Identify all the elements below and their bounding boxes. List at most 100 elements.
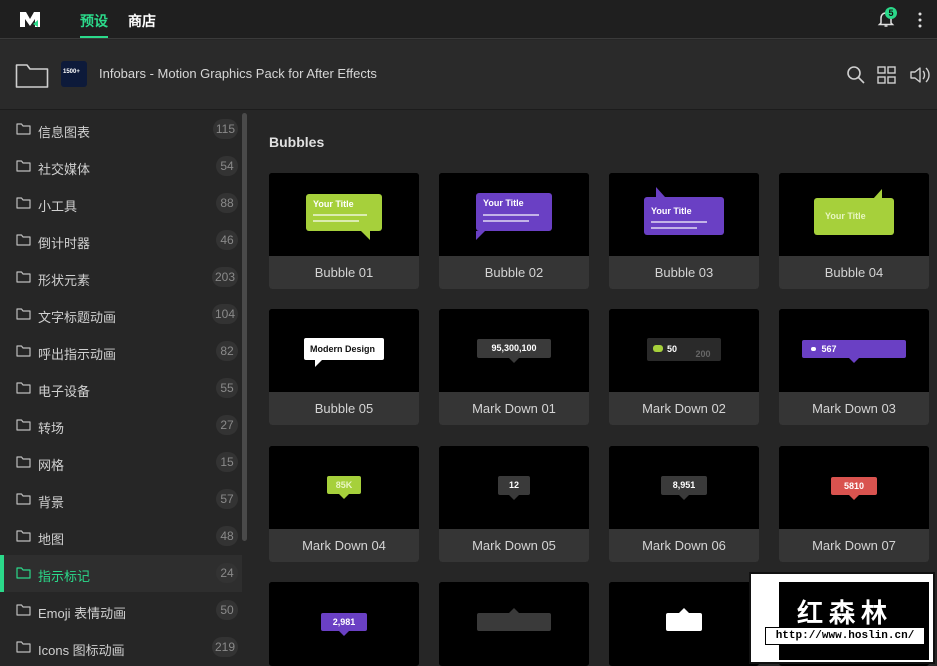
preset-preview[interactable]: 567: [779, 309, 929, 392]
preset-card[interactable]: Your Title Bubble 01: [269, 173, 419, 289]
preview-title: Your Title: [825, 211, 866, 221]
watermark: 红森林 http://www.hoslin.cn/: [749, 572, 935, 664]
sidebar-scrollbar[interactable]: [242, 113, 247, 541]
preset-card[interactable]: 567 Mark Down 03: [779, 309, 929, 425]
sidebar-item[interactable]: 信息图表 115: [0, 111, 242, 148]
sidebar-item[interactable]: Icons 图标动画 219: [0, 629, 242, 666]
sidebar-item[interactable]: Emoji 表情动画 50: [0, 592, 242, 629]
category-sidebar: 信息图表 115 社交媒体 54 小工具 88 倒计时器 46 形状元素 203 文字标题动画 104…: [0, 111, 248, 666]
preset-card[interactable]: 50 200 Mark Down 02: [609, 309, 759, 425]
sidebar-item-label: 信息图表: [38, 125, 91, 140]
sidebar-item-count: 50: [216, 600, 238, 620]
preset-preview[interactable]: 95,300,100: [439, 309, 589, 392]
folder-icon: [16, 456, 31, 468]
preset-preview[interactable]: [439, 582, 589, 665]
top-bar: 预设 商店 5: [0, 0, 937, 39]
preset-card[interactable]: 85K Mark Down 04: [269, 446, 419, 562]
preset-preview[interactable]: Your Title: [269, 173, 419, 256]
preset-preview[interactable]: Your Title: [779, 173, 929, 256]
preset-name: Bubble 04: [779, 256, 929, 289]
preset-card[interactable]: 95,300,100 Mark Down 01: [439, 309, 589, 425]
app-logo-icon[interactable]: [18, 9, 42, 29]
preview-value: 12: [498, 476, 530, 495]
folder-icon: [16, 382, 31, 394]
sidebar-item[interactable]: 倒计时器 46: [0, 222, 242, 259]
preset-preview[interactable]: 85K: [269, 446, 419, 529]
sidebar-item[interactable]: 文字标题动画 104: [0, 296, 242, 333]
sidebar-item[interactable]: 形状元素 203: [0, 259, 242, 296]
preview-title: Your Title: [651, 206, 692, 216]
preset-card[interactable]: 12 Mark Down 05: [439, 446, 589, 562]
sidebar-item-label: 倒计时器: [38, 236, 91, 251]
active-item-indicator: [0, 555, 4, 592]
sidebar-item[interactable]: 网格 15: [0, 444, 242, 481]
sidebar-item[interactable]: 社交媒体 54: [0, 148, 242, 185]
sidebar-item-label: 指示标记: [38, 569, 91, 584]
more-menu-icon[interactable]: [912, 10, 928, 30]
preview-title: Your Title: [313, 199, 354, 209]
folder-icon: [16, 604, 31, 616]
sidebar-item-count: 219: [211, 637, 238, 657]
folder-icon: [16, 419, 31, 431]
folder-icon: [16, 345, 31, 357]
sidebar-item-count: 82: [216, 341, 238, 361]
preset-card[interactable]: [439, 582, 589, 666]
preview-title: Modern Design: [310, 344, 376, 354]
preset-preview[interactable]: Modern Design: [269, 309, 419, 392]
preset-preview[interactable]: 12: [439, 446, 589, 529]
preset-card[interactable]: Modern Design Bubble 05: [269, 309, 419, 425]
sidebar-item-label: 网格: [38, 458, 65, 473]
sidebar-item-count: 55: [216, 378, 238, 398]
sidebar-item[interactable]: 呼出指示动画 82: [0, 333, 242, 370]
sidebar-item-label: 呼出指示动画: [38, 347, 117, 362]
folder-icon: [16, 530, 31, 542]
section-title: Bubbles: [269, 134, 325, 150]
preset-card[interactable]: [609, 582, 759, 666]
tab-store[interactable]: 商店: [128, 11, 156, 31]
preview-value: 95,300,100: [477, 339, 551, 358]
preset-preview[interactable]: [609, 582, 759, 665]
sidebar-item[interactable]: 电子设备 55: [0, 370, 242, 407]
preset-name: Mark Down 02: [609, 392, 759, 425]
preset-name: Mark Down 05: [439, 529, 589, 562]
sidebar-item-count: 57: [216, 489, 238, 509]
volume-icon[interactable]: [909, 64, 931, 86]
folder-icon: [16, 160, 31, 172]
preset-name: Mark Down 03: [779, 392, 929, 425]
sidebar-item-count: 48: [216, 526, 238, 546]
preset-card[interactable]: 5810 Mark Down 07: [779, 446, 929, 562]
sidebar-item[interactable]: 小工具 88: [0, 185, 242, 222]
folder-icon: [16, 567, 31, 579]
folder-icon[interactable]: [15, 61, 49, 89]
preset-card[interactable]: 2,981: [269, 582, 419, 666]
sidebar-item[interactable]: 指示标记 24: [0, 555, 242, 592]
sidebar-item[interactable]: 背景 57: [0, 481, 242, 518]
pack-thumbnail-text: 1500+: [63, 69, 80, 75]
preset-preview[interactable]: 5810: [779, 446, 929, 529]
folder-icon: [16, 234, 31, 246]
pack-title: Infobars - Motion Graphics Pack for Afte…: [99, 66, 377, 81]
sidebar-item-label: 电子设备: [38, 384, 91, 399]
sidebar-item[interactable]: 转场 27: [0, 407, 242, 444]
grid-view-icon[interactable]: [876, 64, 898, 86]
preview-value: 50: [666, 344, 677, 354]
sidebar-item-label: 背景: [38, 495, 65, 510]
preset-card[interactable]: Your Title Bubble 03: [609, 173, 759, 289]
preset-preview[interactable]: 8,951: [609, 446, 759, 529]
tab-presets[interactable]: 预设: [80, 11, 108, 31]
preset-preview[interactable]: Your Title: [609, 173, 759, 256]
sidebar-item-label: 文字标题动画: [38, 310, 117, 325]
sidebar-item[interactable]: 地图 48: [0, 518, 242, 555]
preset-preview[interactable]: 50 200: [609, 309, 759, 392]
folder-icon: [16, 493, 31, 505]
preset-name: Mark Down 01: [439, 392, 589, 425]
preset-preview[interactable]: Your Title: [439, 173, 589, 256]
pack-header: 1500+ Infobars - Motion Graphics Pack fo…: [0, 40, 937, 110]
preset-card[interactable]: 8,951 Mark Down 06: [609, 446, 759, 562]
preview-value: 2,981: [321, 613, 367, 631]
search-icon[interactable]: [845, 64, 867, 86]
preset-card[interactable]: Your Title Bubble 02: [439, 173, 589, 289]
preset-card[interactable]: Your Title Bubble 04: [779, 173, 929, 289]
preset-preview[interactable]: 2,981: [269, 582, 419, 665]
watermark-text: 红森林: [797, 599, 894, 629]
